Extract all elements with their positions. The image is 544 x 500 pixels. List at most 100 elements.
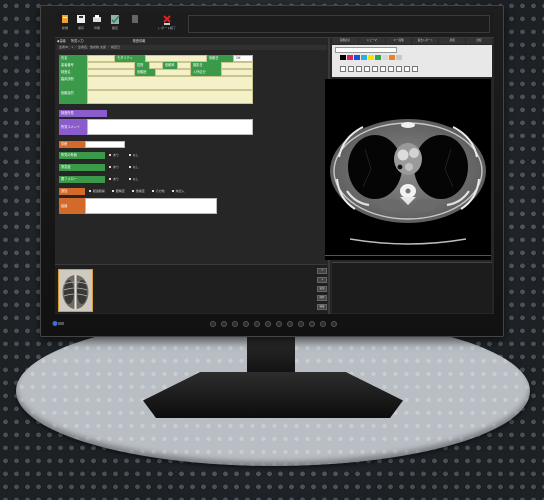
- sex-field[interactable]: [149, 62, 163, 69]
- doctor-field[interactable]: [155, 69, 191, 76]
- confirm-check-icon: [111, 15, 120, 24]
- print-button-label: 印刷: [93, 26, 100, 30]
- xray-thumbnail[interactable]: [58, 269, 93, 312]
- menu-item-patient[interactable]: ◆患者: [57, 39, 66, 43]
- monitor-button[interactable]: [243, 321, 249, 327]
- thumbnail-strip: [55, 264, 327, 313]
- text-tool-icon[interactable]: [380, 66, 386, 72]
- tool-name-field[interactable]: [335, 47, 397, 53]
- check-option[interactable]: 未記入: [172, 189, 185, 193]
- circle-tool-icon[interactable]: [348, 66, 354, 72]
- color-swatch-light-gray[interactable]: [382, 55, 388, 60]
- eraser-tool-icon[interactable]: [396, 66, 402, 72]
- diagnosis-field[interactable]: [85, 141, 125, 148]
- ct-image-viewer[interactable]: [325, 79, 491, 260]
- findings-comment-label: 所見コメント: [59, 119, 87, 135]
- side-button-delete[interactable]: 削除: [317, 295, 327, 301]
- tab-schema[interactable]: シェーマ: [358, 38, 385, 44]
- color-swatch-blue[interactable]: [354, 55, 360, 60]
- side-button-edit[interactable]: 編集: [317, 304, 327, 310]
- radio-option[interactable]: あり: [109, 177, 119, 181]
- toolbar-empty-area: [188, 15, 490, 33]
- monitor-button[interactable]: [265, 321, 271, 327]
- check-option[interactable]: その他: [152, 189, 165, 193]
- dept-field[interactable]: [177, 62, 191, 69]
- monitor-button[interactable]: [210, 321, 216, 327]
- exam-name-field[interactable]: [87, 69, 135, 76]
- radio-option[interactable]: なし: [129, 177, 139, 181]
- save-icon: [77, 15, 85, 23]
- check-option[interactable]: 要精査: [112, 189, 125, 193]
- new-button[interactable]: 新規: [58, 14, 72, 30]
- undo-tool-icon[interactable]: [412, 66, 418, 72]
- monitor-button[interactable]: [254, 321, 260, 327]
- tab-image[interactable]: 画像表示: [332, 38, 358, 44]
- save-button[interactable]: 保存: [74, 14, 88, 30]
- color-swatch-gray[interactable]: [396, 55, 402, 60]
- tab-past-report[interactable]: 過去レポート: [412, 38, 439, 44]
- close-report-label: レポート終了: [157, 26, 176, 30]
- check-option[interactable]: 経過観察: [89, 189, 105, 193]
- radio-option[interactable]: あり: [109, 153, 119, 157]
- radio-label-findings: 所見の有無: [59, 152, 105, 159]
- impression-field[interactable]: [85, 198, 217, 214]
- close-report-button[interactable]: レポート終了: [155, 14, 179, 30]
- exam-date-field[interactable]: [221, 62, 253, 69]
- modality-field[interactable]: [145, 55, 207, 62]
- monitor-button[interactable]: [331, 321, 337, 327]
- findings-comment-field[interactable]: [87, 119, 253, 135]
- tab-key-image[interactable]: キー画像: [385, 38, 412, 44]
- main-toolbar: 新規 保存 印刷 確定 レポート終了: [55, 12, 494, 38]
- radio-option[interactable]: なし: [129, 153, 139, 157]
- disabled-tool-button[interactable]: [128, 14, 142, 25]
- side-button-add[interactable]: 追加: [317, 286, 327, 292]
- confirm-button[interactable]: 確定: [108, 14, 122, 30]
- tab-reference[interactable]: 参照: [439, 38, 466, 44]
- pointer-tool-icon[interactable]: [340, 66, 346, 72]
- monitor-button[interactable]: [309, 321, 315, 327]
- color-swatch-yellow[interactable]: [368, 55, 374, 60]
- form-label-exam-date: 撮影日: [191, 62, 221, 69]
- purpose-field[interactable]: [87, 90, 253, 104]
- tab-compare[interactable]: 比較: [466, 38, 492, 44]
- inout-field[interactable]: [221, 69, 253, 76]
- color-palette: [340, 55, 402, 60]
- monitor-button[interactable]: [287, 321, 293, 327]
- pen-tool-icon[interactable]: [388, 66, 394, 72]
- side-button-up[interactable]: ↑: [317, 268, 327, 274]
- color-swatch-magenta[interactable]: [347, 55, 353, 60]
- menu-item-findings[interactable]: 所見入力: [71, 39, 84, 43]
- line-tool-icon[interactable]: [364, 66, 370, 72]
- radio-label-urgency: 緊急度: [59, 164, 105, 171]
- ok-label: OK: [236, 56, 241, 60]
- fill-tool-icon[interactable]: [404, 66, 410, 72]
- radio-option[interactable]: なし: [129, 165, 139, 169]
- monitor-control-buttons: [210, 321, 337, 327]
- right-tabs: 画像表示 シェーマ キー画像 過去レポート 参照 比較: [332, 38, 492, 44]
- monitor-button[interactable]: [298, 321, 304, 327]
- patient-no-field[interactable]: [87, 62, 135, 69]
- monitor-button[interactable]: [320, 321, 326, 327]
- diagnosis-label: 診断: [59, 141, 85, 148]
- color-swatch-black[interactable]: [340, 55, 346, 60]
- monitor-button[interactable]: [276, 321, 282, 327]
- clinical-diagnosis-field[interactable]: [87, 76, 253, 90]
- check-option[interactable]: 他検査: [132, 189, 145, 193]
- print-button[interactable]: 印刷: [90, 14, 104, 30]
- annotation-toolbox: [332, 45, 492, 77]
- radio-option[interactable]: あり: [109, 165, 119, 169]
- color-swatch-cyan[interactable]: [361, 55, 367, 60]
- thumbnail-side-buttons: ↑ ↓ 追加 削除 編集: [317, 268, 327, 310]
- new-record-icon: [62, 15, 68, 23]
- ok-button[interactable]: OK: [233, 55, 253, 62]
- color-swatch-green[interactable]: [375, 55, 381, 60]
- side-button-down[interactable]: ↓: [317, 277, 327, 283]
- name-field[interactable]: [87, 55, 115, 62]
- monitor-button[interactable]: [232, 321, 238, 327]
- monitor-button[interactable]: [221, 321, 227, 327]
- arrow-tool-icon[interactable]: [372, 66, 378, 72]
- menu-item-exam[interactable]: 検査情報: [133, 39, 146, 43]
- form-label-exam-name: 検査名: [59, 69, 87, 76]
- color-swatch-orange[interactable]: [389, 55, 395, 60]
- rect-tool-icon[interactable]: [356, 66, 362, 72]
